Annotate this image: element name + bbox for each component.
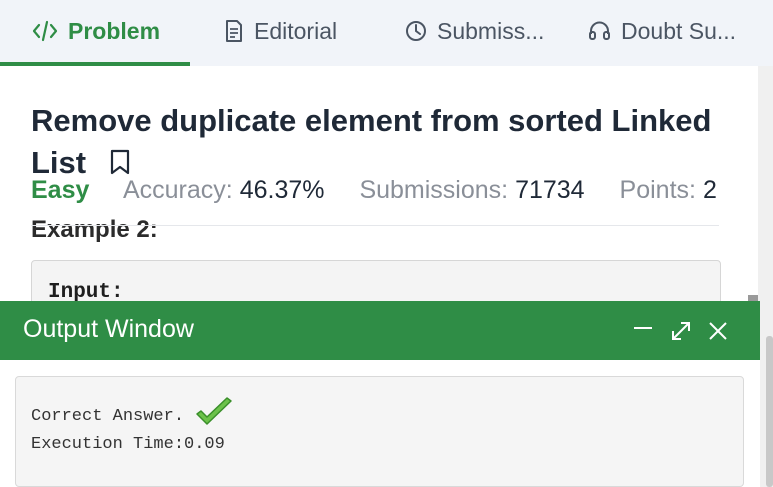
- minimize-icon[interactable]: [631, 319, 655, 343]
- code-icon: [32, 20, 58, 42]
- problem-tab-bar: Problem Editorial Submiss... Doubt Su...: [0, 0, 773, 66]
- tab-doubt-support-label: Doubt Su...: [621, 17, 737, 44]
- tab-editorial-label: Editorial: [254, 17, 338, 44]
- tab-problem-label: Problem: [68, 17, 161, 44]
- difficulty-badge: Easy: [31, 176, 90, 204]
- document-icon: [224, 19, 244, 43]
- problem-title-line1: Remove duplicate element from sorted Lin…: [31, 103, 712, 138]
- problem-stats: Easy Accuracy: 46.37% Submissions: 71734…: [31, 176, 745, 205]
- tab-submissions-label: Submiss...: [437, 17, 545, 44]
- side-scrollbar-thumb[interactable]: [766, 336, 773, 487]
- headset-icon: [588, 20, 611, 43]
- result-line: Correct Answer.: [31, 397, 234, 435]
- close-icon[interactable]: [706, 319, 730, 343]
- result-text: Correct Answer.: [31, 406, 185, 426]
- submissions-value: 71734: [515, 176, 585, 204]
- output-window-header: Output Window: [0, 301, 760, 360]
- accuracy-value: 46.37%: [239, 176, 325, 204]
- clock-icon: [405, 20, 427, 42]
- checkmark-icon: [194, 397, 234, 435]
- execution-time: Execution Time:0.09: [31, 435, 225, 454]
- stats-divider: [31, 225, 719, 226]
- output-window: Output Window Correct Answer. Execution …: [0, 301, 760, 487]
- expand-icon[interactable]: [669, 319, 693, 343]
- problem-title: Remove duplicate element from sorted Lin…: [31, 100, 731, 186]
- problem-title-line2: List: [31, 145, 87, 180]
- output-window-title: Output Window: [23, 315, 194, 343]
- accuracy-label: Accuracy:: [122, 176, 233, 204]
- tab-problem[interactable]: Problem: [32, 0, 160, 62]
- points-value: 2: [702, 176, 717, 204]
- example-heading: Example 2:: [31, 216, 158, 243]
- tab-doubt-support[interactable]: Doubt Su...: [588, 0, 736, 62]
- submissions-label: Submissions:: [359, 176, 509, 204]
- tab-editorial[interactable]: Editorial: [224, 0, 337, 62]
- points-label: Points:: [619, 176, 696, 204]
- tab-submissions[interactable]: Submiss...: [405, 0, 544, 62]
- output-console: Correct Answer. Execution Time:0.09: [15, 376, 744, 487]
